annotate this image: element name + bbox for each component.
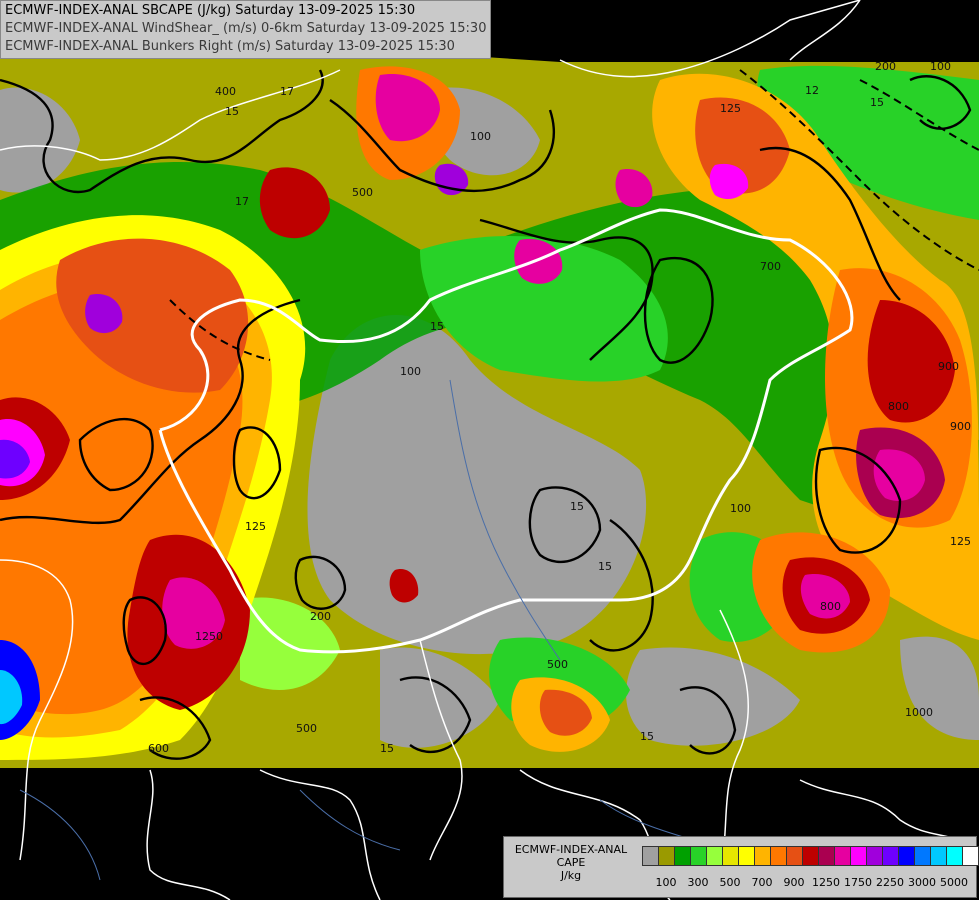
legend-tick: 500	[719, 876, 741, 889]
legend-tick: 3000	[908, 876, 936, 889]
legend-swatch	[706, 846, 723, 866]
legend-swatch	[882, 846, 899, 866]
shear-label: 15	[380, 742, 394, 755]
legend-swatch	[754, 846, 771, 866]
legend-swatch	[866, 846, 883, 866]
legend-tick: 1250	[812, 876, 840, 889]
shear-label: 125	[720, 102, 741, 115]
map-label: 1000	[905, 706, 933, 719]
legend-tick: 300	[687, 876, 709, 889]
map-label: 500	[352, 186, 373, 199]
legend-swatch	[914, 846, 931, 866]
map-label: 100	[470, 130, 491, 143]
legend-tick: 5000	[940, 876, 968, 889]
shear-label: 12	[805, 84, 819, 97]
map-label: 700	[760, 260, 781, 273]
title-bunkers: ECMWF-INDEX-ANAL Bunkers Right (m/s) Sat…	[5, 39, 455, 54]
title-box: ECMWF-INDEX-ANAL SBCAPE (J/kg) Saturday …	[0, 0, 492, 59]
legend-swatches	[642, 846, 979, 866]
map-label: 500	[547, 658, 568, 671]
shear-label: 125	[245, 520, 266, 533]
legend-swatch	[642, 846, 659, 866]
map-label: 100	[730, 502, 751, 515]
legend-swatch	[738, 846, 755, 866]
title-sbcape: ECMWF-INDEX-ANAL SBCAPE (J/kg) Saturday …	[5, 3, 416, 18]
legend-swatch	[946, 846, 963, 866]
legend-tick: 700	[751, 876, 773, 889]
legend-tick: 1750	[844, 876, 872, 889]
legend-variable: CAPE	[556, 856, 586, 869]
legend-tick: 100	[655, 876, 677, 889]
legend-tick: 2250	[876, 876, 904, 889]
title-windshear: ECMWF-INDEX-ANAL WindShear_ (m/s) 0-6km …	[5, 21, 487, 36]
legend-swatch	[802, 846, 819, 866]
legend-swatch	[834, 846, 851, 866]
legend-unit: J/kg	[560, 869, 582, 882]
shear-label: 125	[950, 535, 971, 548]
legend-ticks: 100 300 500 700 900 1250 1750 2250 3000 5000	[642, 876, 972, 890]
shear-label: 15	[430, 320, 444, 333]
shear-label: 15	[598, 560, 612, 573]
shear-label: 15	[570, 500, 584, 513]
map-label: 800	[820, 600, 841, 613]
legend-swatch	[898, 846, 915, 866]
shear-label: 15	[640, 730, 654, 743]
shear-label: 15	[225, 105, 239, 118]
shear-label: 15	[870, 96, 884, 109]
legend-swatch	[674, 846, 691, 866]
legend-model: ECMWF-INDEX-ANAL	[514, 843, 628, 856]
shear-label: 17	[280, 85, 294, 98]
legend-swatch	[770, 846, 787, 866]
legend-swatch	[818, 846, 835, 866]
shear-label: 17	[235, 195, 249, 208]
legend-swatch	[850, 846, 867, 866]
map-label: 400	[215, 85, 236, 98]
map-label: 1250	[195, 630, 223, 643]
cape-map: 400 500 100 700 900 800 900 1250 500 600…	[0, 0, 979, 900]
map-label: 600	[148, 742, 169, 755]
legend-swatch	[722, 846, 739, 866]
map-label: 500	[296, 722, 317, 735]
legend-swatch	[930, 846, 947, 866]
legend-swatch	[962, 846, 979, 866]
map-label: 900	[938, 360, 959, 373]
legend-tick: 900	[783, 876, 805, 889]
legend-swatch	[658, 846, 675, 866]
legend-swatch	[786, 846, 803, 866]
map-label: 100	[930, 60, 951, 73]
legend-label: ECMWF-INDEX-ANAL CAPE J/kg	[506, 843, 636, 882]
map-label: 100	[400, 365, 421, 378]
color-legend: ECMWF-INDEX-ANAL CAPE J/kg 100 300 500 700 9…	[503, 836, 979, 898]
legend-swatch	[690, 846, 707, 866]
map-label: 200	[310, 610, 331, 623]
map-label: 900	[950, 420, 971, 433]
map-label: 800	[888, 400, 909, 413]
map-label: 200	[875, 60, 896, 73]
